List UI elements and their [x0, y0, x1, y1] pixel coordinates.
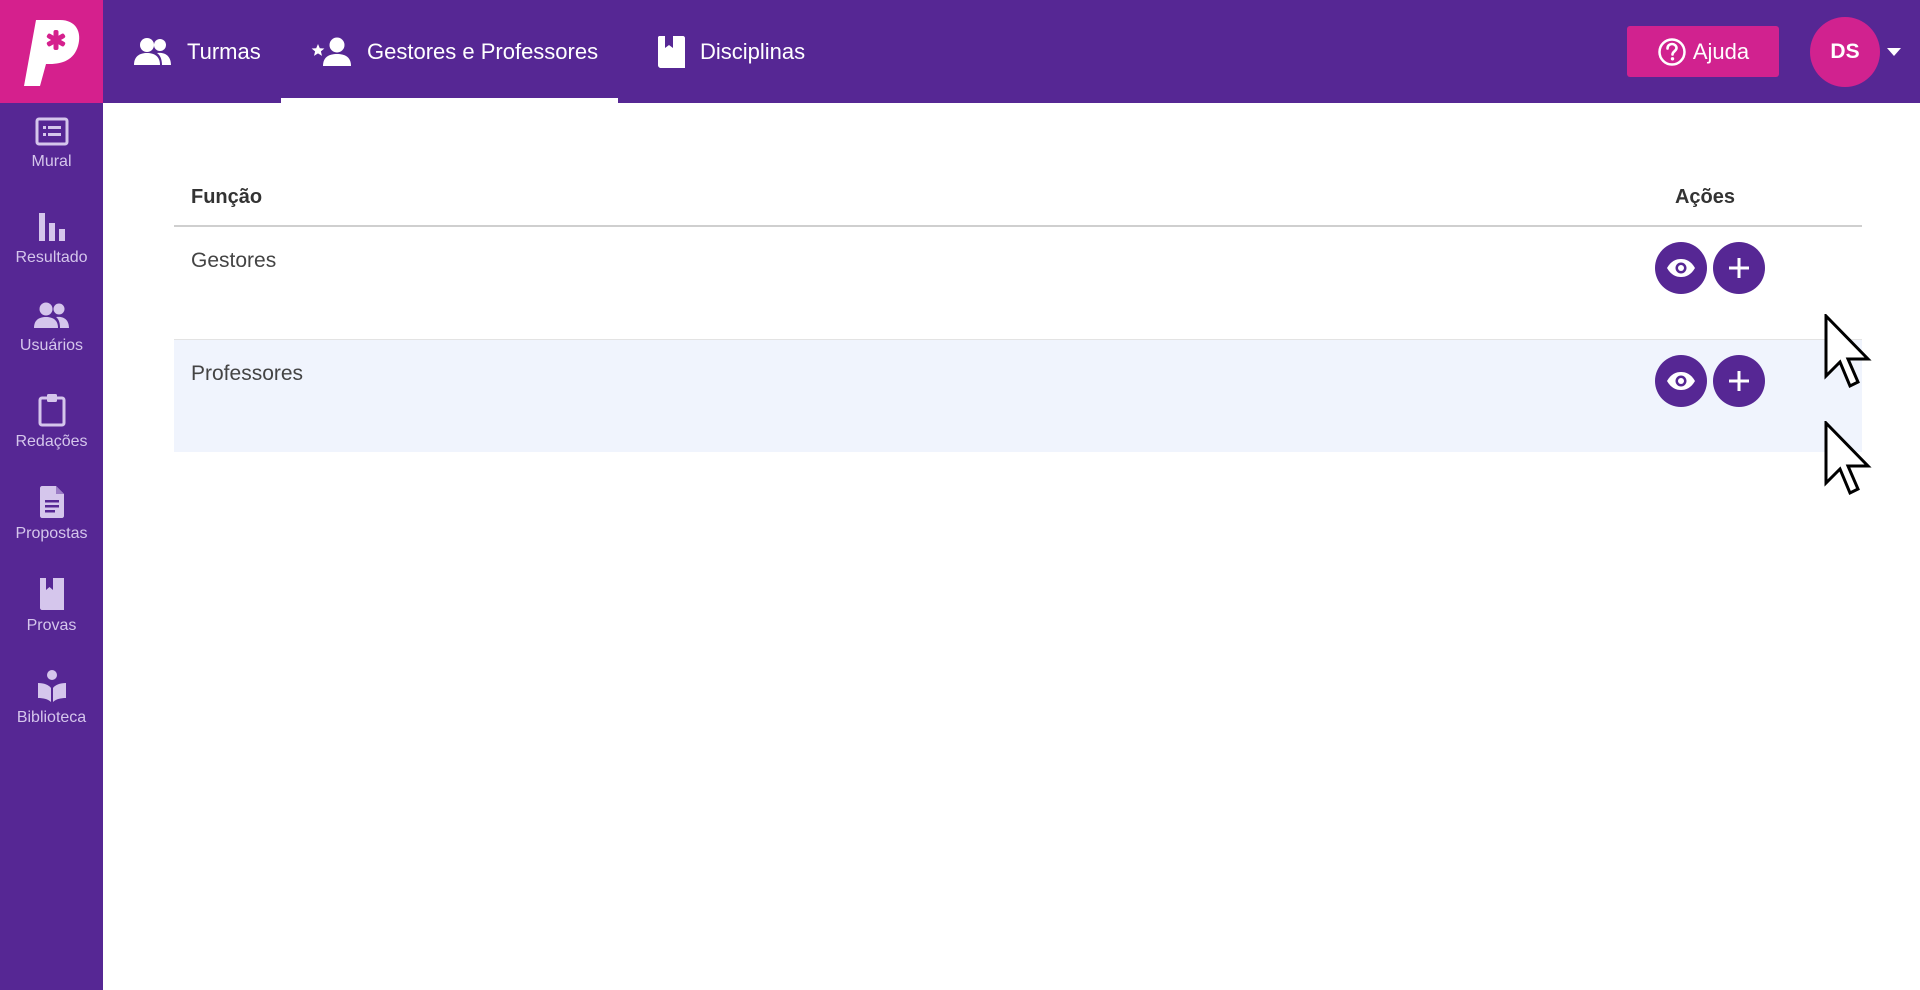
sidebar-item-propostas[interactable]: Propostas [0, 471, 103, 563]
tab-turmas[interactable]: Turmas [103, 0, 281, 103]
sidebar-item-label: Mural [31, 153, 72, 170]
tab-gestores-professores[interactable]: Gestores e Professores [281, 0, 618, 103]
bar-chart-icon [38, 213, 65, 241]
exam-book-icon [39, 578, 64, 610]
sidebar-item-label: Resultado [15, 249, 88, 266]
book-icon [658, 35, 685, 68]
user-star-icon [311, 37, 351, 66]
table-header: Função Ações [174, 170, 1862, 227]
row-actions [1600, 340, 1862, 452]
plus-icon [1729, 258, 1749, 278]
sidebar-item-label: Provas [26, 617, 77, 634]
row-actions [1600, 227, 1862, 339]
users-icon [33, 302, 69, 328]
sidebar: Mural Resultado Usuários Redações Propos… [0, 103, 103, 990]
chevron-down-icon[interactable] [1886, 44, 1902, 62]
column-header-function: Função [191, 186, 263, 208]
table-row: Gestores [174, 227, 1862, 340]
sidebar-item-label: Propostas [15, 525, 88, 542]
top-nav: Turmas Gestores e Professores Disciplina… [103, 0, 823, 103]
reader-icon [37, 670, 66, 702]
mouse-cursor-icon [1824, 314, 1872, 389]
sidebar-item-biblioteca[interactable]: Biblioteca [0, 655, 103, 747]
mouse-cursor-icon [1824, 421, 1872, 496]
clipboard-icon [38, 394, 65, 427]
users-icon [134, 37, 171, 65]
help-button[interactable]: Ajuda [1627, 26, 1779, 77]
view-button[interactable] [1655, 242, 1707, 294]
app-logo[interactable] [0, 0, 103, 103]
add-button[interactable] [1713, 242, 1765, 294]
eye-icon [1667, 259, 1695, 277]
column-header-actions: Ações [1674, 186, 1736, 208]
app-root: Turmas Gestores e Professores Disciplina… [0, 0, 1920, 990]
add-button[interactable] [1713, 355, 1765, 407]
sidebar-item-provas[interactable]: Provas [0, 563, 103, 655]
help-button-label: Ajuda [1692, 38, 1750, 64]
sidebar-item-mural[interactable]: Mural [0, 103, 103, 195]
document-icon [39, 486, 64, 518]
avatar-initials: DS [1830, 40, 1860, 63]
board-icon [35, 117, 68, 146]
sidebar-item-resultado[interactable]: Resultado [0, 195, 103, 287]
top-bar: Turmas Gestores e Professores Disciplina… [0, 0, 1920, 103]
sidebar-item-usuarios[interactable]: Usuários [0, 287, 103, 379]
help-circle-icon [1658, 37, 1686, 66]
sidebar-item-redacoes[interactable]: Redações [0, 379, 103, 471]
view-button[interactable] [1655, 355, 1707, 407]
roles-table: Função Ações Gestores Professores [174, 170, 1862, 452]
tab-gestores-professores-label: Gestores e Professores [367, 38, 599, 64]
sidebar-item-label: Biblioteca [16, 709, 87, 726]
logo-icon [23, 19, 79, 86]
table-row: Professores [174, 340, 1862, 452]
tab-disciplinas[interactable]: Disciplinas [618, 0, 823, 103]
sidebar-item-label: Usuários [19, 337, 84, 354]
sidebar-item-label: Redações [15, 433, 88, 450]
user-avatar[interactable]: DS [1810, 17, 1880, 87]
plus-icon [1729, 371, 1749, 391]
row-name: Professores [191, 362, 304, 385]
tab-disciplinas-label: Disciplinas [700, 38, 806, 64]
row-name: Gestores [191, 249, 277, 272]
eye-icon [1667, 372, 1695, 390]
tab-turmas-label: Turmas [187, 38, 261, 64]
